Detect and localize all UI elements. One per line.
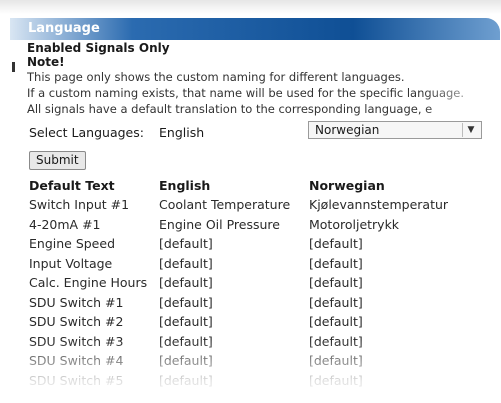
cell-english: [default]: [159, 314, 213, 330]
table-row: Input Voltage [default] [default]: [29, 254, 499, 274]
cell-norwegian: [default]: [309, 275, 363, 291]
table-row: Engine Speed [default] [default]: [29, 234, 499, 254]
language-dropdown-value: Norwegian: [315, 123, 380, 137]
cell-english: [default]: [159, 255, 213, 271]
cell-english: [default]: [159, 294, 213, 310]
cell-norwegian: [default]: [309, 236, 363, 252]
column-header-english: English: [159, 178, 211, 193]
cell-norwegian: Kjølevannstemperatur: [309, 197, 449, 213]
table-row: 4-20mA #1 Engine Oil Pressure Motoroljet…: [29, 215, 499, 235]
table-row: Switch Input #1 Coolant Temperature Kjøl…: [29, 195, 499, 215]
cell-norwegian: [default]: [309, 294, 363, 310]
cell-norwegian: [default]: [309, 333, 363, 349]
cell-norwegian: Motoroljetrykk: [309, 216, 400, 232]
chevron-down-icon[interactable]: ▼: [462, 123, 479, 137]
cell-default-text: SDU Switch #5: [29, 372, 124, 388]
main-content: Enabled Signals Only Note! This page onl…: [27, 41, 501, 390]
section-header-title: Language: [28, 21, 100, 36]
cell-english: [default]: [159, 275, 213, 291]
section-header-bar: Language: [10, 18, 500, 40]
table-row: SDU Switch #3 [default] [default]: [29, 332, 499, 352]
cell-english: [default]: [159, 372, 213, 388]
table-row: SDU Switch #5 [default] [default]: [29, 371, 499, 391]
cell-norwegian: [default]: [309, 314, 363, 330]
cell-default-text: Engine Speed: [29, 236, 115, 252]
cell-default-text: SDU Switch #1: [29, 294, 124, 310]
table-row: SDU Switch #2 [default] [default]: [29, 312, 499, 332]
language-dropdown[interactable]: Norwegian ▼: [308, 121, 482, 139]
cell-default-text: SDU Switch #2: [29, 314, 124, 330]
cell-norwegian: [default]: [309, 255, 363, 271]
column-header-norwegian: Norwegian: [309, 178, 385, 193]
cell-english: Engine Oil Pressure: [159, 216, 280, 232]
cell-english: Coolant Temperature: [159, 197, 291, 213]
cell-english: [default]: [159, 333, 213, 349]
cell-english: [default]: [159, 236, 213, 252]
table-header-row: Default Text English Norwegian: [29, 176, 499, 195]
language-select-row: Select Languages: English Norwegian ▼: [27, 121, 501, 145]
left-edge-marker: [12, 62, 15, 72]
cell-default-text: 4-20mA #1: [29, 216, 101, 232]
column-header-default-text: Default Text: [29, 178, 115, 193]
cell-english: [default]: [159, 353, 213, 369]
cell-default-text: SDU Switch #4: [29, 353, 124, 369]
note-line-2: If a custom naming exists, that name wil…: [27, 86, 465, 100]
submit-button[interactable]: Submit: [29, 151, 86, 170]
signal-names-table: Default Text English Norwegian Switch In…: [29, 176, 499, 390]
table-row: Calc. Engine Hours [default] [default]: [29, 273, 499, 293]
enabled-signals-heading: Enabled Signals Only: [27, 41, 170, 55]
note-line-1: This page only shows the custom naming f…: [27, 70, 405, 84]
cell-default-text: Input Voltage: [29, 255, 113, 271]
note-title: Note!: [27, 55, 65, 69]
cell-norwegian: [default]: [309, 353, 363, 369]
table-row: SDU Switch #4 [default] [default]: [29, 351, 499, 371]
top-shadow: [0, 0, 501, 14]
select-languages-label: Select Languages:: [29, 125, 144, 140]
cell-default-text: Switch Input #1: [29, 197, 130, 213]
note-line-3: All signals have a default translation t…: [27, 102, 433, 116]
cell-norwegian: [default]: [309, 372, 363, 388]
cell-default-text: Calc. Engine Hours: [29, 275, 148, 291]
cell-default-text: SDU Switch #3: [29, 333, 124, 349]
current-language: English: [159, 125, 205, 140]
table-row: SDU Switch #1 [default] [default]: [29, 293, 499, 313]
